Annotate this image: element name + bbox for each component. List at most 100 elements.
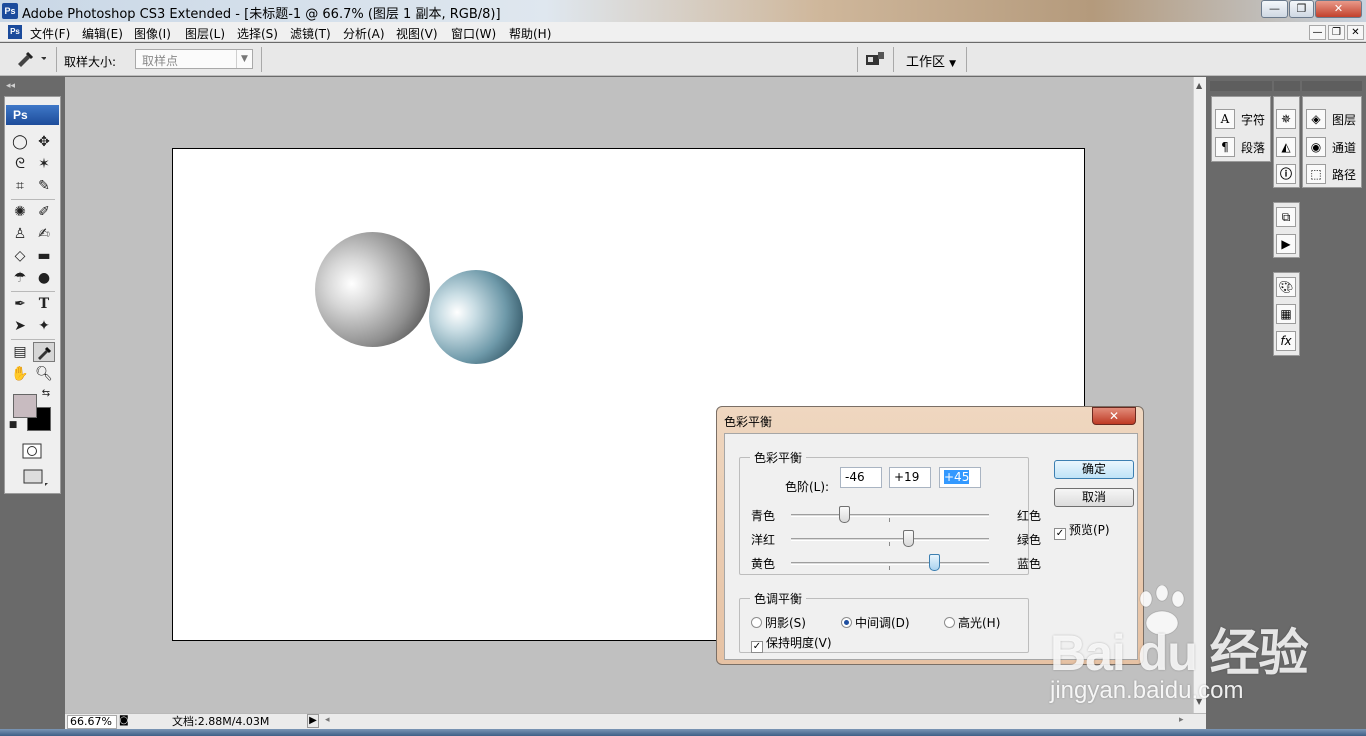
cancel-button[interactable]: 取消 — [1054, 488, 1134, 507]
channels-panel-label[interactable]: 通道 — [1332, 139, 1356, 156]
paths-panel-label[interactable]: 路径 — [1332, 166, 1356, 183]
menu-window[interactable]: 窗口(W) — [451, 25, 496, 42]
type-tool-icon[interactable]: T — [33, 294, 55, 314]
minimize-button[interactable]: — — [1261, 0, 1288, 18]
midtones-label: 中间调(D) — [855, 616, 910, 630]
slider-thumb[interactable] — [903, 530, 915, 547]
ok-button[interactable]: 确定 — [1054, 460, 1134, 479]
history-icon[interactable]: ⧉ — [1276, 207, 1296, 227]
custom-shape-tool-icon[interactable]: ✦ — [33, 316, 55, 336]
quick-mask-icon[interactable] — [20, 442, 44, 462]
magenta-green-slider[interactable]: 洋红 绿色 — [751, 529, 1041, 549]
slider-thumb[interactable] — [929, 554, 941, 571]
styles-fx-icon[interactable]: fx — [1276, 331, 1296, 351]
menu-filter[interactable]: 滤镜(T) — [290, 25, 331, 42]
slider-track[interactable] — [791, 538, 989, 541]
highlights-radio[interactable]: 高光(H) — [944, 614, 1000, 631]
clone-stamp-tool-icon[interactable]: ♙ — [9, 224, 31, 244]
magic-wand-tool-icon[interactable]: ✶ — [33, 154, 55, 174]
history-brush-tool-icon[interactable]: ✍ — [33, 224, 55, 244]
slider-thumb[interactable] — [838, 506, 850, 523]
navigator-icon[interactable]: ✵ — [1276, 109, 1296, 129]
bridge-icon[interactable] — [864, 49, 886, 69]
color-palette-icon[interactable]: 🎨︎ — [1276, 277, 1296, 297]
document-icon[interactable]: Ps — [8, 25, 22, 39]
dock-grip[interactable] — [1274, 81, 1300, 91]
zoom-level-field[interactable]: 66.67% — [67, 715, 117, 729]
doc-close-button[interactable]: ✕ — [1347, 25, 1364, 40]
brush-tool-icon[interactable]: ✐ — [33, 202, 55, 222]
dialog-close-button[interactable]: ✕ — [1092, 407, 1136, 425]
scroll-up-icon[interactable]: ▲ — [1196, 81, 1202, 90]
gradient-tool-icon[interactable]: ▬ — [33, 246, 55, 266]
slider-track[interactable] — [791, 514, 989, 517]
collapse-arrows-icon[interactable]: ◂◂ — [6, 81, 15, 91]
close-button[interactable]: ✕ — [1315, 0, 1362, 18]
doc-restore-button[interactable]: ❐ — [1328, 25, 1345, 40]
slider-track[interactable] — [791, 562, 989, 565]
slider-center-tick — [889, 518, 890, 522]
menu-layer[interactable]: 图层(L) — [185, 25, 225, 42]
midtones-radio[interactable]: 中间调(D) — [841, 614, 910, 631]
default-colors-icon[interactable]: ■ — [7, 419, 19, 431]
slice-tool-icon[interactable]: ✎ — [33, 176, 55, 196]
workspace-menu[interactable]: 工作区 ▼ — [906, 51, 956, 70]
swap-colors-icon[interactable]: ⇆ — [39, 387, 53, 401]
dock-grip[interactable] — [1210, 81, 1272, 91]
scroll-left-icon[interactable]: ◂ — [325, 715, 330, 725]
eyedropper-tool-preset-icon[interactable] — [6, 48, 47, 68]
character-panel-label[interactable]: 字符 — [1241, 111, 1265, 128]
doc-minimize-button[interactable]: — — [1309, 25, 1326, 40]
character-panel-icon[interactable]: A — [1215, 109, 1235, 129]
foreground-color-swatch[interactable] — [13, 394, 37, 418]
paragraph-panel-icon[interactable]: ¶ — [1215, 137, 1235, 157]
dock-grip[interactable] — [1302, 81, 1362, 91]
screen-mode-icon[interactable] — [20, 467, 50, 487]
healing-brush-tool-icon[interactable]: ✺ — [9, 202, 31, 222]
panel-group-history: ⧉ ▶ — [1273, 202, 1300, 258]
histogram-icon[interactable]: ◭ — [1276, 137, 1296, 157]
menu-file[interactable]: 文件(F) — [30, 25, 70, 42]
level-yellow-blue-field[interactable]: +45 — [939, 467, 981, 488]
level-cyan-red-field[interactable]: -46 — [840, 467, 882, 488]
pen-tool-icon[interactable]: ✒ — [9, 294, 31, 314]
path-selection-tool-icon[interactable]: ➤ — [9, 316, 31, 336]
paths-panel-icon[interactable]: ⬚ — [1306, 164, 1326, 184]
menu-analysis[interactable]: 分析(A) — [343, 25, 385, 42]
shadows-radio[interactable]: 阴影(S) — [751, 614, 806, 631]
maximize-button[interactable]: ❐ — [1289, 0, 1314, 18]
eraser-tool-icon[interactable]: ◇ — [9, 246, 31, 266]
menu-select[interactable]: 选择(S) — [237, 25, 278, 42]
yellow-blue-slider[interactable]: 黄色 蓝色 — [751, 553, 1041, 573]
channels-panel-icon[interactable]: ◉ — [1306, 137, 1326, 157]
marquee-tool-icon[interactable]: ◯ — [9, 132, 31, 152]
move-tool-icon[interactable]: ✥ — [33, 132, 55, 152]
paragraph-panel-label[interactable]: 段落 — [1241, 139, 1265, 156]
notes-tool-icon[interactable]: ▤ — [9, 342, 31, 362]
eyedropper-tool-icon[interactable] — [33, 342, 55, 362]
menu-help[interactable]: 帮助(H) — [509, 25, 551, 42]
lasso-tool-icon[interactable]: ᘓ — [9, 154, 31, 174]
zoom-tool-icon[interactable]: 🔍︎ — [33, 364, 55, 384]
menu-view[interactable]: 视图(V) — [396, 25, 438, 42]
level-magenta-green-field[interactable]: +19 — [889, 467, 931, 488]
crop-tool-icon[interactable]: ⌗ — [9, 176, 31, 196]
status-options-icon[interactable]: ◙ — [119, 715, 129, 726]
scroll-right-icon[interactable]: ▸ — [1179, 715, 1184, 725]
layers-panel-icon[interactable]: ◈ — [1306, 109, 1326, 129]
menu-edit[interactable]: 编辑(E) — [82, 25, 123, 42]
sample-size-select[interactable]: 取样点 ▼ — [135, 49, 253, 69]
hand-tool-icon[interactable]: ✋ — [9, 364, 31, 384]
menu-image[interactable]: 图像(I) — [134, 25, 171, 42]
cyan-red-slider[interactable]: 青色 红色 — [751, 505, 1041, 525]
actions-icon[interactable]: ▶ — [1276, 234, 1296, 254]
blur-tool-icon[interactable]: ☂ — [9, 268, 31, 288]
swatches-icon[interactable]: ▦ — [1276, 304, 1296, 324]
info-icon[interactable]: ⓘ — [1276, 164, 1296, 184]
preserve-luminosity-checkbox[interactable]: ✓ 保持明度(V) — [751, 634, 832, 653]
layers-panel-label[interactable]: 图层 — [1332, 111, 1356, 128]
checkmark-icon: ✓ — [1054, 528, 1066, 540]
status-menu-arrow-icon[interactable]: ▶ — [307, 714, 319, 728]
dodge-tool-icon[interactable]: ● — [33, 268, 55, 288]
preview-checkbox[interactable]: ✓ 预览(P) — [1054, 521, 1110, 540]
